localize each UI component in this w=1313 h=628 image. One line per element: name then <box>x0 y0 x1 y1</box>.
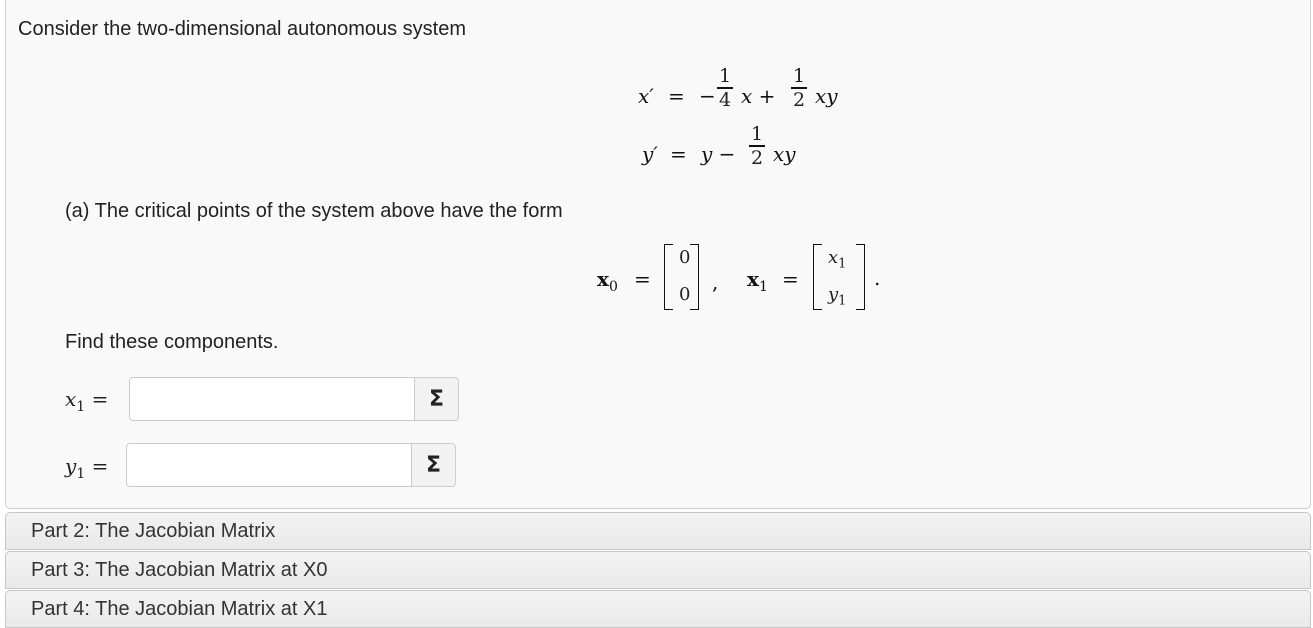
x1-right-bracket <box>856 244 865 310</box>
part-2-label: Part 2: The Jacobian Matrix <box>31 519 276 542</box>
eq1-minus: − <box>699 84 716 108</box>
eq1-term2: xy <box>815 84 838 108</box>
part-4-header[interactable]: Part 4: The Jacobian Matrix at X1 <box>5 590 1311 628</box>
x1-bottom-value: y1 <box>828 284 847 309</box>
eq2-frac-1-2: 12 <box>749 123 765 169</box>
find-text: Find these components. <box>65 331 279 353</box>
x0-right-bracket <box>690 244 699 310</box>
period: . <box>874 266 881 290</box>
part-4-label: Part 4: The Jacobian Matrix at X1 <box>31 597 328 620</box>
x0-top-value: 0 <box>679 247 691 268</box>
eq2-equals: = <box>670 142 687 166</box>
eq1-frac-1-4: 14 <box>717 65 733 111</box>
part-3-header[interactable]: Part 3: The Jacobian Matrix at X0 <box>5 551 1311 589</box>
x1-top-value: x1 <box>828 247 847 272</box>
x1-input[interactable] <box>129 377 415 421</box>
eq1-lhs: x′ <box>638 84 654 108</box>
x1-input-label: x1 = <box>65 387 109 415</box>
x1-label: x1 <box>747 267 768 295</box>
eq2-lhs: y′ <box>642 142 658 166</box>
intro-text: Consider the two-dimensional autonomous … <box>18 18 466 40</box>
x1-equals: = <box>782 267 799 291</box>
x0-bottom-value: 0 <box>679 284 691 305</box>
eq1-term1: x + <box>741 84 776 108</box>
part1-panel: Consider the two-dimensional autonomous … <box>5 0 1311 509</box>
y1-input[interactable] <box>126 443 412 487</box>
part-3-label: Part 3: The Jacobian Matrix at X0 <box>31 558 328 581</box>
y1-input-label: y1 = <box>65 454 109 482</box>
eq2-term2: xy <box>773 142 796 166</box>
x0-equals: = <box>634 267 651 291</box>
comma: , <box>712 270 719 294</box>
part-2-header[interactable]: Part 2: The Jacobian Matrix <box>5 512 1311 550</box>
eq2-term1: y − <box>701 142 736 166</box>
x1-left-bracket <box>813 244 822 310</box>
part-a-text: (a) The critical points of the system ab… <box>65 200 563 222</box>
eq1-frac-1-2: 12 <box>791 65 807 111</box>
y1-sigma-button[interactable]: Σ <box>412 443 456 487</box>
x1-sigma-button[interactable]: Σ <box>415 377 459 421</box>
x0-label: x0 <box>597 267 618 295</box>
x0-left-bracket <box>664 244 673 310</box>
eq1-equals: = <box>668 84 685 108</box>
